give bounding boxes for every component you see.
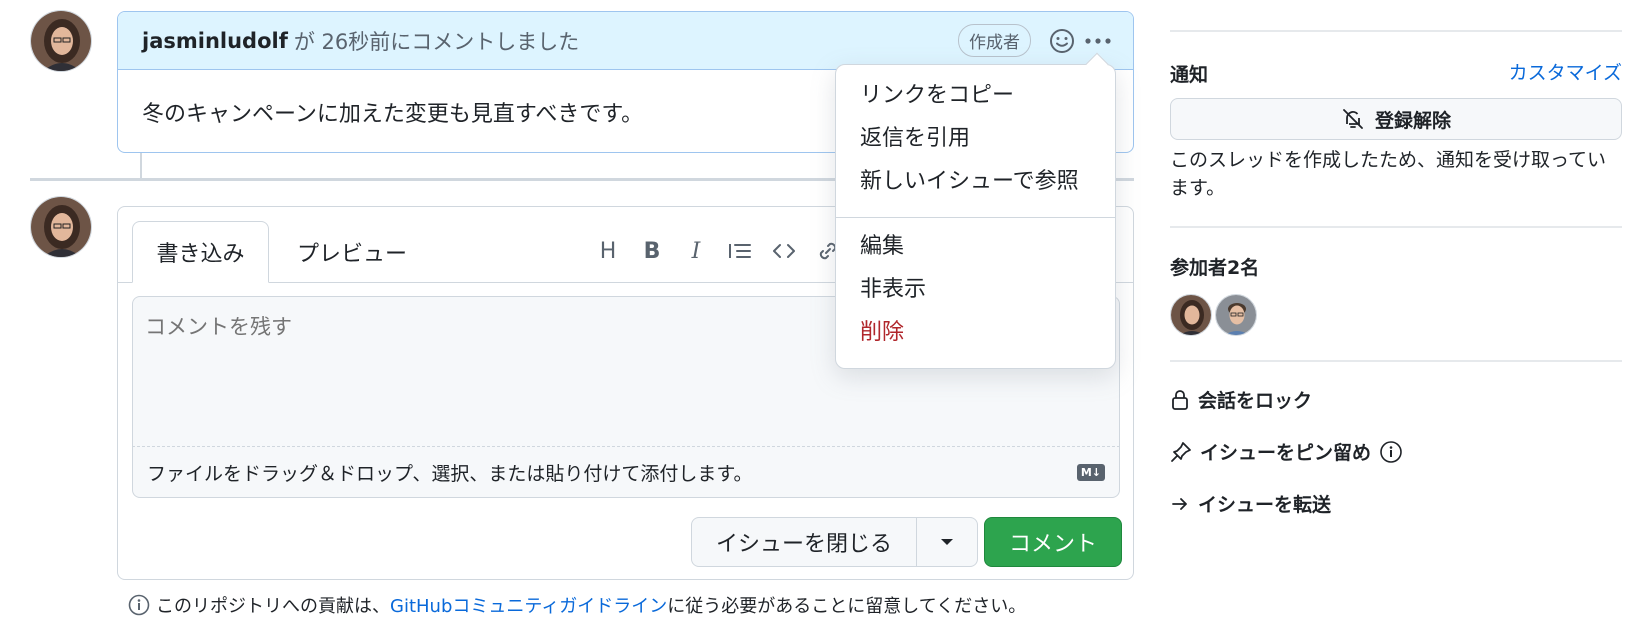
comment-author[interactable]: jasminludolf bbox=[142, 29, 288, 53]
tab-write[interactable]: 書き込み bbox=[132, 221, 269, 283]
markdown-icon[interactable]: M↓ bbox=[1076, 463, 1105, 481]
comment-header: jasminludolf が 26秒前にコメントしました 作成者 bbox=[118, 12, 1133, 70]
menu-divider bbox=[836, 217, 1115, 218]
notification-reason: このスレッドを作成したため、通知を受け取っています。 bbox=[1170, 149, 1607, 199]
heading-icon[interactable]: H bbox=[588, 233, 628, 269]
dropzone-text: ファイルをドラッグ＆ドロップ、選択、または貼り付けて添付します。 bbox=[147, 462, 753, 485]
arrow-right-icon bbox=[1172, 497, 1187, 510]
sidebar-divider bbox=[1170, 360, 1622, 362]
unsubscribe-label: 登録解除 bbox=[1374, 109, 1451, 132]
community-guidelines-link[interactable]: GitHubコミュニティガイドライン bbox=[390, 592, 667, 618]
tab-preview[interactable]: プレビュー bbox=[283, 221, 421, 283]
transfer-label: イシューを転送 bbox=[1198, 494, 1332, 516]
close-issue-group: イシューを閉じる bbox=[691, 517, 979, 567]
unsubscribe-button[interactable]: 登録解除 bbox=[1170, 98, 1622, 140]
pin-icon bbox=[1171, 441, 1191, 462]
pin-label: イシューをピン留め bbox=[1200, 442, 1372, 464]
menu-copy-link[interactable]: リンクをコピー bbox=[860, 77, 1014, 109]
transfer-issue[interactable]: イシューを転送 bbox=[1170, 490, 1331, 517]
smiley-icon[interactable] bbox=[1045, 24, 1079, 58]
note-prefix: このリポジトリへの貢献は、 bbox=[156, 596, 390, 617]
menu-delete[interactable]: 削除 bbox=[860, 314, 904, 346]
current-user-avatar[interactable] bbox=[30, 196, 92, 258]
contribution-note: このリポジトリへの貢献は、 GitHubコミュニティガイドライン に従う必要があ… bbox=[128, 592, 1026, 618]
notifications-heading: 通知 bbox=[1170, 64, 1209, 86]
sidebar-divider bbox=[1170, 226, 1622, 228]
quote-list-icon[interactable] bbox=[720, 233, 760, 269]
author-badge: 作成者 bbox=[958, 24, 1031, 57]
participant-avatar[interactable] bbox=[1215, 294, 1257, 336]
timeline-line bbox=[140, 150, 142, 178]
author-avatar[interactable] bbox=[30, 10, 92, 72]
info-icon bbox=[1380, 440, 1402, 463]
menu-quote-reply[interactable]: 返信を引用 bbox=[860, 120, 970, 152]
lock-label: 会話をロック bbox=[1198, 390, 1313, 412]
close-options-button[interactable] bbox=[917, 518, 977, 566]
kebab-menu-icon[interactable] bbox=[1081, 24, 1115, 58]
file-dropzone[interactable]: ファイルをドラッグ＆ドロップ、選択、または貼り付けて添付します。 M↓ bbox=[132, 446, 1120, 498]
menu-reference-new-issue[interactable]: 新しいイシューで参照 bbox=[860, 163, 1079, 195]
bold-icon[interactable]: B bbox=[632, 233, 672, 269]
note-suffix: に従う必要があることに留意してください。 bbox=[667, 596, 1027, 617]
info-icon bbox=[128, 594, 150, 616]
close-issue-button[interactable]: イシューを閉じる bbox=[692, 518, 918, 566]
bell-slash-icon bbox=[1343, 109, 1363, 129]
caret-down-icon bbox=[941, 539, 954, 545]
italic-icon[interactable]: I bbox=[676, 233, 716, 269]
markdown-toolbar: H B I bbox=[588, 233, 848, 269]
lock-conversation[interactable]: 会話をロック bbox=[1170, 386, 1312, 413]
comment-options-menu: リンクをコピー 返信を引用 新しいイシューで参照 編集 非表示 削除 bbox=[835, 52, 1116, 369]
lock-icon bbox=[1172, 389, 1188, 410]
comment-meta: が 26秒前にコメントしました bbox=[293, 29, 580, 54]
comment-button[interactable]: コメント bbox=[984, 517, 1122, 567]
code-icon[interactable] bbox=[764, 233, 804, 269]
customize-link[interactable]: カスタマイズ bbox=[1509, 58, 1622, 85]
participants-heading: 参加者2名 bbox=[1170, 257, 1260, 279]
menu-edit[interactable]: 編集 bbox=[860, 228, 904, 260]
participant-avatar[interactable] bbox=[1170, 294, 1212, 336]
sidebar-divider bbox=[1170, 30, 1622, 32]
pin-issue[interactable]: イシューをピン留め bbox=[1170, 438, 1411, 465]
menu-hide[interactable]: 非表示 bbox=[860, 271, 926, 303]
